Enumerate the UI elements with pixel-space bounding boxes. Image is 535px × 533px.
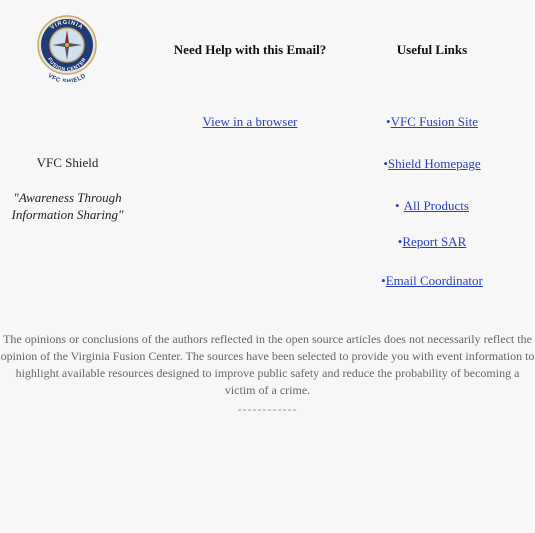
bullet: • bbox=[395, 198, 400, 213]
help-heading: Need Help with this Email? bbox=[173, 42, 327, 57]
email-coordinator-link[interactable]: Email Coordinator bbox=[386, 273, 483, 288]
report-sar-link[interactable]: Report SAR bbox=[402, 234, 466, 249]
shield-homepage-link[interactable]: Shield Homepage bbox=[388, 156, 481, 171]
link-item: • All Products bbox=[357, 197, 507, 215]
useful-links-heading: Useful Links bbox=[396, 42, 468, 57]
vfc-shield-logo: VIRGINIA FUSION CENTER VFC SHIELD bbox=[32, 12, 102, 85]
all-products-link[interactable]: All Products bbox=[404, 198, 469, 213]
link-item: •Report SAR bbox=[357, 233, 507, 251]
link-item: •Email Coordinator bbox=[357, 272, 507, 290]
disclaimer-text: The opinions or conclusions of the autho… bbox=[0, 332, 535, 397]
left-tagline: "Awareness Through Information Sharing" bbox=[11, 190, 124, 222]
email-page: { "logo": { "arc_top": "VIRGINIA", "arc_… bbox=[0, 0, 535, 533]
divider: ------------ bbox=[237, 402, 298, 416]
link-item: •VFC Fusion Site bbox=[357, 113, 507, 131]
view-in-browser-link[interactable]: View in a browser bbox=[203, 114, 298, 129]
left-brand-name: VFC Shield bbox=[36, 155, 99, 170]
link-item: •Shield Homepage bbox=[357, 155, 507, 173]
vfc-fusion-site-link[interactable]: VFC Fusion Site bbox=[391, 114, 478, 129]
